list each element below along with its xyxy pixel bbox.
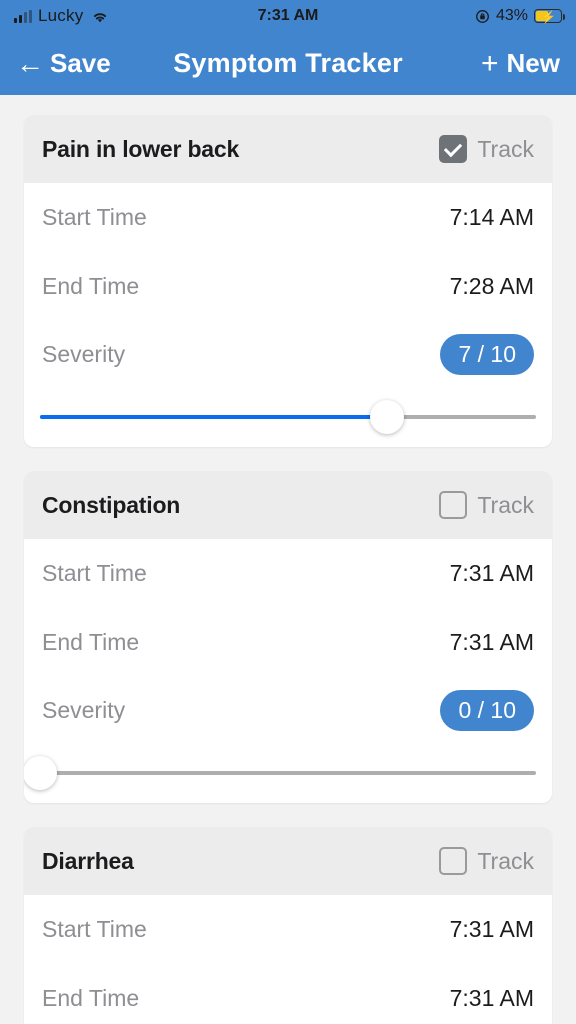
severity-label: Severity xyxy=(42,340,126,367)
severity-row: Severity 7 / 10 xyxy=(24,321,552,387)
end-time-value[interactable]: 7:31 AM xyxy=(450,985,534,1012)
navigation-bar: ← Save Symptom Tracker + New xyxy=(0,32,576,95)
symptom-card: Diarrhea Track Start Time 7:31 AM End Ti… xyxy=(24,827,552,1024)
track-checkbox-checked-icon[interactable] xyxy=(439,135,468,163)
severity-badge: 0 / 10 xyxy=(440,689,534,731)
track-label: Track xyxy=(477,491,534,518)
battery-percent-label: 43% xyxy=(495,7,528,24)
track-toggle[interactable]: Track xyxy=(439,491,534,519)
severity-badge: 7 / 10 xyxy=(440,333,534,375)
symptom-name: Constipation xyxy=(42,491,181,518)
battery-charging-icon: ⚡ xyxy=(534,9,565,24)
symptom-list[interactable]: Pain in lower back Track Start Time 7:14… xyxy=(0,95,576,1024)
start-time-row[interactable]: Start Time 7:14 AM xyxy=(24,183,552,252)
start-time-value[interactable]: 7:31 AM xyxy=(450,560,534,587)
symptom-card-header: Pain in lower back Track xyxy=(24,115,552,183)
status-bar-right: 43% ⚡ xyxy=(475,7,565,25)
track-checkbox-unchecked-icon[interactable] xyxy=(439,847,468,875)
track-label: Track xyxy=(477,847,534,874)
plus-icon: + xyxy=(481,46,499,80)
slider-track xyxy=(40,771,536,775)
slider-thumb[interactable] xyxy=(370,400,405,434)
track-checkbox-unchecked-icon[interactable] xyxy=(439,491,468,519)
end-time-label: End Time xyxy=(42,985,140,1011)
arrow-left-icon: ← xyxy=(16,47,44,79)
end-time-row[interactable]: End Time 7:31 AM xyxy=(24,608,552,677)
start-time-row[interactable]: Start Time 7:31 AM xyxy=(24,895,552,964)
carrier-label: Lucky xyxy=(38,6,84,25)
track-toggle[interactable]: Track xyxy=(439,135,534,163)
new-symptom-button-label: New xyxy=(506,48,560,78)
symptom-card: Pain in lower back Track Start Time 7:14… xyxy=(24,115,552,447)
track-toggle[interactable]: Track xyxy=(439,847,534,875)
slider-thumb[interactable] xyxy=(24,756,57,790)
severity-label: Severity xyxy=(42,696,126,723)
severity-slider[interactable] xyxy=(24,756,536,790)
start-time-value[interactable]: 7:31 AM xyxy=(450,916,534,943)
end-time-row[interactable]: End Time 7:28 AM xyxy=(24,252,552,321)
new-symptom-button[interactable]: + New xyxy=(481,48,560,79)
severity-slider-row[interactable] xyxy=(24,743,552,803)
save-button[interactable]: ← Save xyxy=(16,48,111,79)
wifi-icon xyxy=(91,9,109,23)
symptom-card-header: Constipation Track xyxy=(24,471,552,539)
symptom-name: Pain in lower back xyxy=(42,135,240,162)
severity-row: Severity 0 / 10 xyxy=(24,677,552,743)
start-time-label: Start Time xyxy=(42,916,147,942)
start-time-label: Start Time xyxy=(42,560,147,586)
rotation-lock-icon xyxy=(475,9,490,24)
end-time-value[interactable]: 7:28 AM xyxy=(450,273,534,300)
status-bar: Lucky 7:31 AM 43% ⚡ xyxy=(0,0,576,32)
severity-slider-row[interactable] xyxy=(24,387,552,447)
signal-bars-icon xyxy=(14,9,32,23)
start-time-label: Start Time xyxy=(42,204,147,230)
symptom-card: Constipation Track Start Time 7:31 AM En… xyxy=(24,471,552,803)
status-bar-left: Lucky xyxy=(14,6,109,26)
severity-slider[interactable] xyxy=(40,400,536,434)
end-time-value[interactable]: 7:31 AM xyxy=(450,629,534,656)
track-label: Track xyxy=(477,135,534,162)
slider-fill xyxy=(40,415,388,419)
save-button-label: Save xyxy=(50,48,111,78)
start-time-row[interactable]: Start Time 7:31 AM xyxy=(24,539,552,608)
end-time-row[interactable]: End Time 7:31 AM xyxy=(24,964,552,1024)
start-time-value[interactable]: 7:14 AM xyxy=(450,204,534,231)
end-time-label: End Time xyxy=(42,273,140,299)
end-time-label: End Time xyxy=(42,629,140,655)
symptom-card-header: Diarrhea Track xyxy=(24,827,552,895)
symptom-name: Diarrhea xyxy=(42,847,134,874)
